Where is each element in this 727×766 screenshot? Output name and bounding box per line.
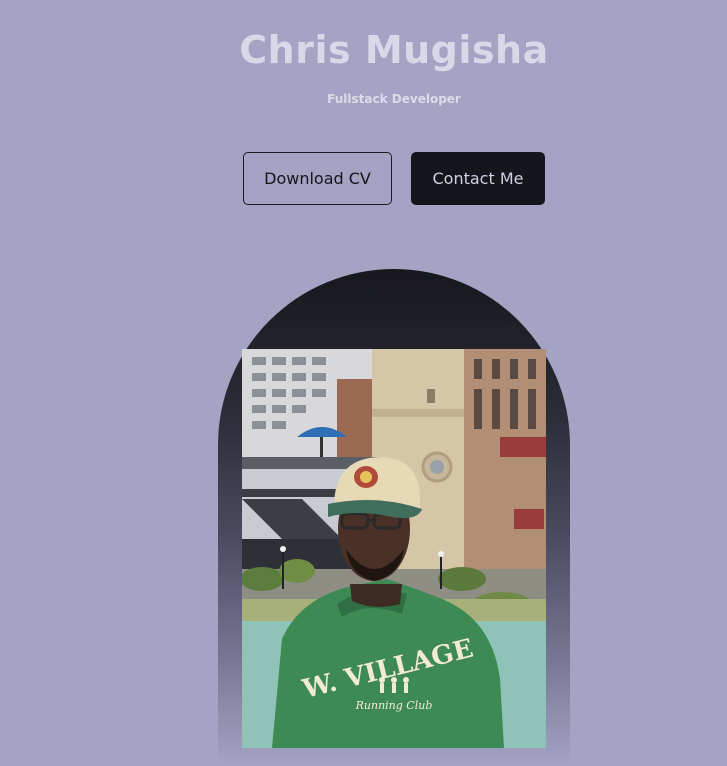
profile-photo: W. VILLAGE Running Club (242, 349, 546, 748)
sweatshirt-subtext: Running Club (355, 699, 433, 712)
hero-subtitle: Fullstack Developer (327, 92, 461, 106)
hero-name: Chris Mugisha (239, 28, 549, 72)
download-cv-button[interactable]: Download CV (243, 152, 392, 205)
contact-me-button[interactable]: Contact Me (411, 152, 545, 205)
